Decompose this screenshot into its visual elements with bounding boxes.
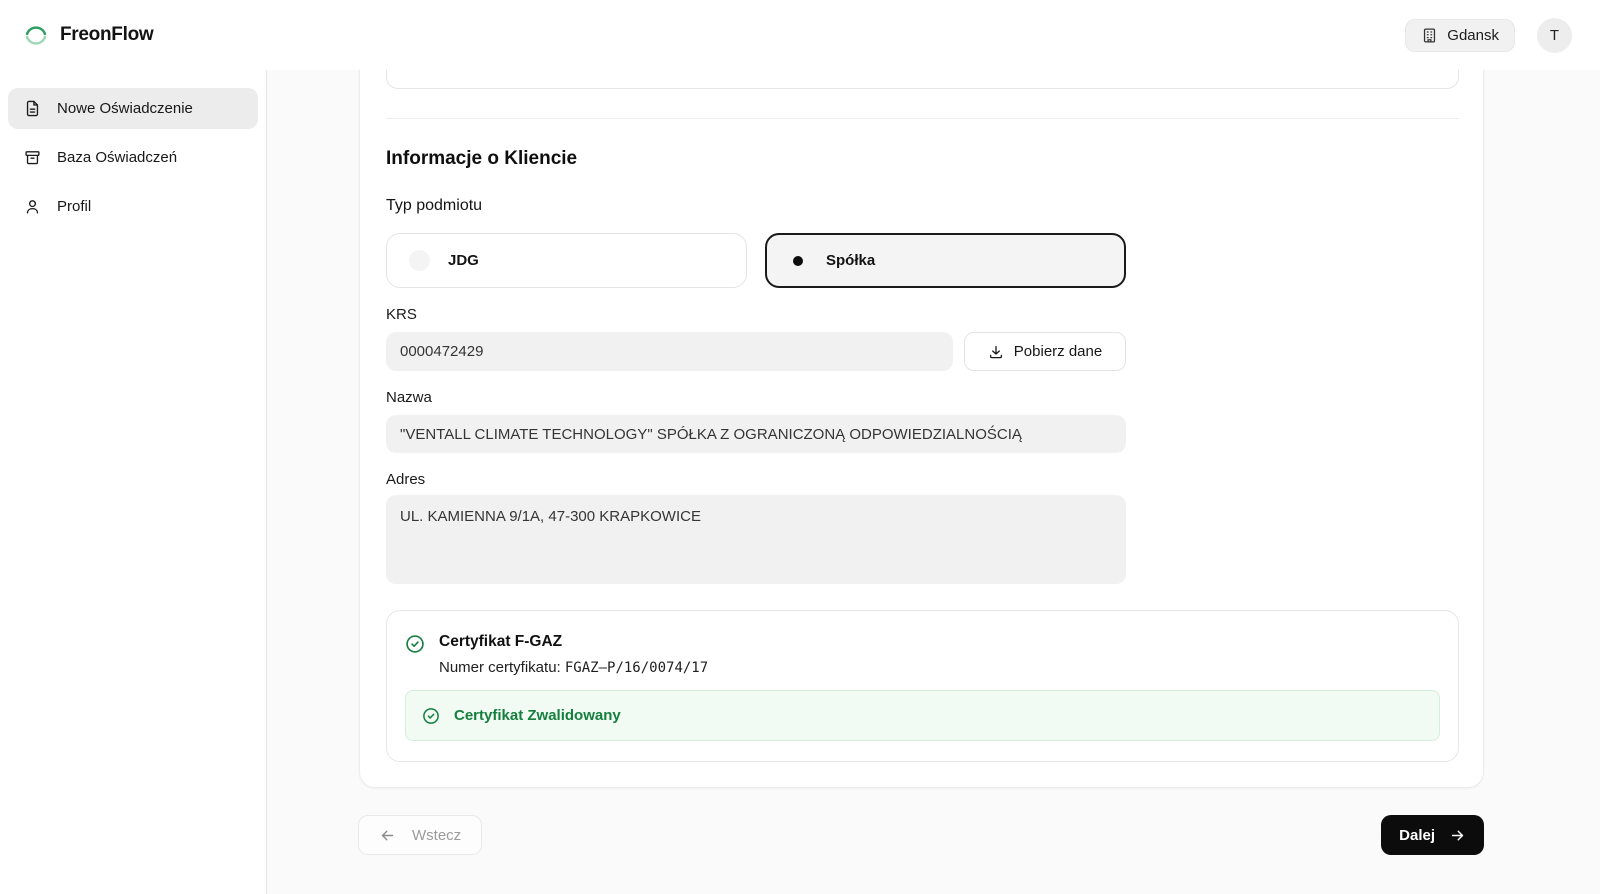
section-title: Informacje o Kliencie: [386, 147, 1457, 170]
app-header: FreonFlow Gdansk T: [0, 0, 1600, 70]
certificate-number-value: FGAZ–P/16/0074/17: [565, 660, 708, 676]
fetch-data-button[interactable]: Pobierz dane: [964, 332, 1126, 371]
declaration-form-card: Informacje o Kliencie Typ podmiotu JDG S…: [359, 70, 1484, 788]
entity-type-option-spolka[interactable]: Spółka: [765, 233, 1126, 288]
arrow-left-icon: [379, 827, 396, 844]
radio-label: Spółka: [826, 252, 875, 269]
freonflow-logo-icon: [22, 21, 50, 49]
back-label: Wstecz: [412, 827, 461, 844]
location-label: Gdansk: [1447, 27, 1499, 44]
radio-checked-icon: [793, 256, 803, 266]
main-content: Informacje o Kliencie Typ podmiotu JDG S…: [268, 70, 1600, 894]
certificate-number-label: Numer certyfikatu:: [439, 659, 565, 676]
radio-label: JDG: [448, 252, 479, 269]
adres-textarea[interactable]: UL. KAMIENNA 9/1A, 47-300 KRAPKOWICE: [386, 495, 1126, 584]
user-icon: [24, 198, 41, 215]
entity-type-option-jdg[interactable]: JDG: [386, 233, 747, 288]
document-icon: [24, 100, 41, 117]
avatar[interactable]: T: [1537, 18, 1572, 53]
fetch-data-label: Pobierz dane: [1014, 343, 1102, 360]
back-button[interactable]: Wstecz: [358, 815, 482, 855]
next-label: Dalej: [1399, 827, 1435, 844]
sidebar-item-label: Profil: [57, 198, 91, 215]
avatar-initial: T: [1550, 27, 1559, 44]
brand-title: FreonFlow: [60, 24, 153, 46]
entity-type-label: Typ podmiotu: [386, 196, 1457, 216]
next-button[interactable]: Dalej: [1381, 815, 1484, 855]
certificate-status-banner: Certyfikat Zwalidowany: [405, 690, 1440, 741]
arrow-right-icon: [1449, 827, 1466, 844]
section-divider: [386, 118, 1459, 119]
download-icon: [988, 344, 1004, 360]
check-circle-icon: [422, 707, 440, 725]
check-circle-icon: [405, 634, 425, 676]
previous-section-field[interactable]: [386, 70, 1459, 89]
certificate-title: Certyfikat F-GAZ: [439, 633, 708, 651]
sidebar: Nowe Oświadczenie Baza Oświadczeń Profil: [0, 70, 267, 894]
certificate-number: Numer certyfikatu: FGAZ–P/16/0074/17: [439, 659, 708, 676]
entity-type-options: JDG Spółka: [386, 233, 1126, 288]
krs-input[interactable]: 0000472429: [386, 332, 953, 371]
sidebar-item-profil[interactable]: Profil: [8, 186, 258, 227]
building-icon: [1421, 27, 1438, 44]
sidebar-item-label: Baza Oświadczeń: [57, 149, 177, 166]
certificate-card: Certyfikat F-GAZ Numer certyfikatu: FGAZ…: [386, 610, 1459, 762]
brand: FreonFlow: [22, 21, 153, 49]
archive-icon: [24, 149, 41, 166]
sidebar-item-baza-oswiadczen[interactable]: Baza Oświadczeń: [8, 137, 258, 178]
nazwa-label: Nazwa: [386, 388, 1457, 407]
adres-label: Adres: [386, 470, 1457, 489]
certificate-status-label: Certyfikat Zwalidowany: [454, 707, 621, 724]
krs-label: KRS: [386, 305, 1457, 324]
nazwa-input[interactable]: "VENTALL CLIMATE TECHNOLOGY" SPÓŁKA Z OG…: [386, 415, 1126, 453]
location-button[interactable]: Gdansk: [1405, 19, 1515, 52]
sidebar-item-nowe-oswiadczenie[interactable]: Nowe Oświadczenie: [8, 88, 258, 129]
sidebar-item-label: Nowe Oświadczenie: [57, 100, 193, 117]
radio-unchecked-icon: [409, 250, 430, 271]
